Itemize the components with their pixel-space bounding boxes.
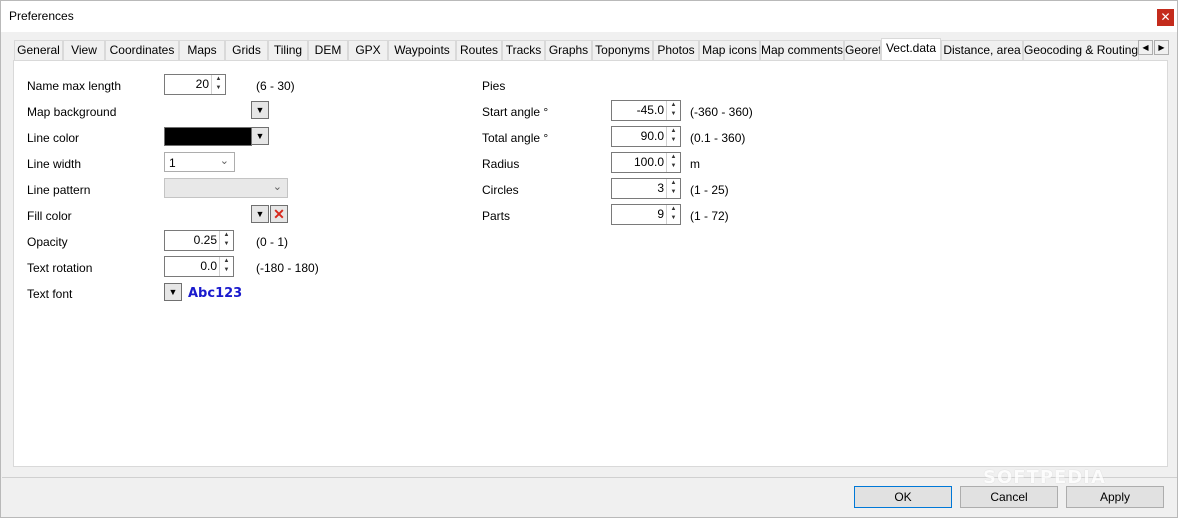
- tab-photos[interactable]: Photos: [653, 40, 699, 60]
- tab-vect-data[interactable]: Vect.data: [881, 38, 941, 60]
- circles-range: (1 - 25): [690, 183, 729, 197]
- tab-maps[interactable]: Maps: [179, 40, 225, 60]
- vect-data-panel: Name max length 20 ▲ ▼ (6 - 30) Map backg…: [13, 60, 1168, 467]
- text-font-dropdown-icon[interactable]: ▼: [164, 283, 182, 301]
- line-width-label: Line width: [27, 157, 82, 171]
- tab-view[interactable]: View: [63, 40, 105, 60]
- opacity-label: Opacity: [27, 235, 68, 249]
- parts-range: (1 - 72): [690, 209, 729, 223]
- tab-routes[interactable]: Routes: [456, 40, 502, 60]
- text-rotation-label: Text rotation: [27, 261, 93, 275]
- title-bar: Preferences ✕: [1, 1, 1177, 32]
- tab-coordinates[interactable]: Coordinates: [105, 40, 179, 60]
- spin-up-icon[interactable]: ▲: [220, 257, 233, 266]
- opacity-spinner[interactable]: 0.25 ▲ ▼: [164, 230, 234, 251]
- tab-map-comments[interactable]: Map comments: [760, 40, 844, 60]
- tab-distance-area[interactable]: Distance, area: [941, 40, 1023, 60]
- map-background-dropdown-icon[interactable]: ▼: [251, 101, 269, 119]
- line-color-swatch[interactable]: [164, 127, 252, 146]
- text-font-label: Text font: [27, 287, 73, 301]
- tab-gpx[interactable]: GPX: [348, 40, 388, 60]
- circles-spinner[interactable]: 3 ▲ ▼: [611, 178, 681, 199]
- pies-heading: Pies: [482, 79, 506, 93]
- name-max-length-range: (6 - 30): [256, 79, 295, 93]
- close-icon[interactable]: ✕: [1157, 9, 1174, 26]
- name-max-length-label: Name max length: [27, 79, 122, 93]
- tab-tiling[interactable]: Tiling: [268, 40, 308, 60]
- window-title: Preferences: [9, 9, 74, 23]
- tab-scroll-left-icon[interactable]: ◀: [1138, 40, 1153, 55]
- spin-down-icon[interactable]: ▼: [220, 240, 233, 249]
- spin-up-icon[interactable]: ▲: [667, 179, 680, 188]
- radius-label: Radius: [482, 157, 520, 171]
- circles-label: Circles: [482, 183, 519, 197]
- tab-waypoints[interactable]: Waypoints: [388, 40, 456, 60]
- chevron-down-icon: ⌄: [272, 181, 282, 193]
- total-angle-spinner[interactable]: 90.0 ▲ ▼: [611, 126, 681, 147]
- radius-unit: m: [690, 157, 700, 171]
- spin-up-icon[interactable]: ▲: [667, 101, 680, 110]
- fill-color-label: Fill color: [27, 209, 72, 223]
- tab-graphs[interactable]: Graphs: [545, 40, 592, 60]
- start-angle-label: Start angle °: [482, 105, 549, 119]
- tab-georef[interactable]: Georef.: [844, 40, 881, 60]
- font-sample: Abc123: [188, 286, 243, 301]
- tab-dem[interactable]: DEM: [308, 40, 348, 60]
- tab-scroll-right-icon[interactable]: ▶: [1154, 40, 1169, 55]
- total-angle-range: (0.1 - 360): [690, 131, 746, 145]
- chevron-down-icon: ⌄: [219, 155, 229, 167]
- line-pattern-select[interactable]: ⌄: [164, 178, 288, 198]
- map-background-label: Map background: [27, 105, 117, 119]
- tab-general[interactable]: General: [14, 40, 63, 60]
- watermark: SOFTPEDIA: [983, 467, 1106, 488]
- spin-up-icon[interactable]: ▲: [212, 75, 225, 84]
- spin-down-icon[interactable]: ▼: [667, 136, 680, 145]
- parts-spinner[interactable]: 9 ▲ ▼: [611, 204, 681, 225]
- spin-down-icon[interactable]: ▼: [212, 84, 225, 93]
- tab-tracks[interactable]: Tracks: [502, 40, 545, 60]
- spin-up-icon[interactable]: ▲: [220, 231, 233, 240]
- clear-fill-icon[interactable]: ✕: [270, 205, 288, 223]
- tab-map-icons[interactable]: Map icons: [699, 40, 760, 60]
- line-width-select[interactable]: 1 ⌄: [164, 152, 235, 172]
- spin-up-icon[interactable]: ▲: [667, 127, 680, 136]
- tab-toponyms[interactable]: Toponyms: [592, 40, 653, 60]
- text-rotation-spinner[interactable]: 0.0 ▲ ▼: [164, 256, 234, 277]
- cancel-button[interactable]: Cancel: [960, 486, 1058, 508]
- spin-down-icon[interactable]: ▼: [667, 110, 680, 119]
- line-color-dropdown-icon[interactable]: ▼: [251, 127, 269, 145]
- line-pattern-label: Line pattern: [27, 183, 91, 197]
- preferences-window: Preferences ✕ General View Coordinates M…: [0, 0, 1178, 518]
- spin-up-icon[interactable]: ▲: [667, 205, 680, 214]
- tab-geocoding-routing[interactable]: Geocoding & Routing: [1023, 40, 1139, 60]
- ok-button[interactable]: OK: [854, 486, 952, 508]
- name-max-length-spinner[interactable]: 20 ▲ ▼: [164, 74, 226, 95]
- radius-spinner[interactable]: 100.0 ▲ ▼: [611, 152, 681, 173]
- spin-up-icon[interactable]: ▲: [667, 153, 680, 162]
- apply-button[interactable]: Apply: [1066, 486, 1164, 508]
- line-color-label: Line color: [27, 131, 80, 145]
- start-angle-range: (-360 - 360): [690, 105, 753, 119]
- tab-strip: General View Coordinates Maps Grids Tili…: [14, 38, 1170, 60]
- spin-down-icon[interactable]: ▼: [667, 162, 680, 171]
- start-angle-spinner[interactable]: -45.0 ▲ ▼: [611, 100, 681, 121]
- fill-color-dropdown-icon[interactable]: ▼: [251, 205, 269, 223]
- total-angle-label: Total angle °: [482, 131, 549, 145]
- spin-down-icon[interactable]: ▼: [667, 188, 680, 197]
- parts-label: Parts: [482, 209, 511, 223]
- opacity-range: (0 - 1): [256, 235, 289, 249]
- spin-down-icon[interactable]: ▼: [220, 266, 233, 275]
- spin-down-icon[interactable]: ▼: [667, 214, 680, 223]
- tab-grids[interactable]: Grids: [225, 40, 268, 60]
- text-rotation-range: (-180 - 180): [256, 261, 319, 275]
